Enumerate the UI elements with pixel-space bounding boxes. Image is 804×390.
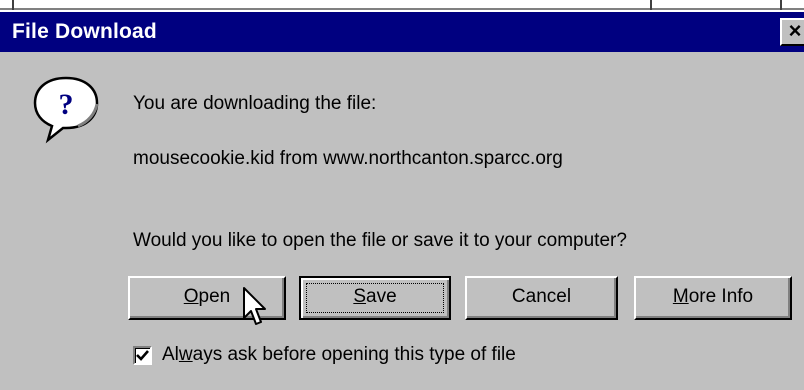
label-mnemonic: w	[178, 344, 193, 365]
label-prefix: Al	[162, 344, 179, 365]
checkmark-icon	[136, 350, 149, 361]
always-ask-label[interactable]: Always ask before opening this type of f…	[162, 344, 516, 366]
question-text: Would you like to open the file or save …	[133, 230, 627, 251]
window-top-border	[0, 8, 804, 10]
cancel-button[interactable]: Cancel	[465, 276, 618, 320]
dialog-title: File Download	[12, 20, 157, 43]
dialog-titlebar[interactable]: File Download ×	[0, 12, 804, 52]
close-button[interactable]: ×	[780, 18, 804, 46]
save-mnemonic: S	[353, 286, 367, 307]
more-info-button[interactable]: More Info	[634, 276, 792, 320]
edge-tick	[780, 0, 782, 10]
edge-tick	[12, 0, 14, 10]
more-info-button-label: More Info	[673, 286, 753, 307]
window-top-edge	[0, 0, 804, 12]
mouse-cursor-icon	[243, 287, 266, 325]
svg-text:?: ?	[59, 88, 74, 121]
always-ask-checkbox[interactable]	[133, 346, 152, 365]
save-button[interactable]: Save	[299, 276, 451, 320]
download-message: You are downloading the file:	[133, 93, 377, 114]
edge-tick	[650, 0, 652, 10]
save-label-rest: ave	[366, 286, 397, 307]
question-icon: ?	[33, 76, 99, 144]
open-mnemonic: O	[183, 286, 199, 307]
label-suffix: ays ask before opening this type of file	[192, 344, 516, 365]
cancel-button-label: Cancel	[511, 286, 572, 307]
open-button-label: Open	[184, 286, 230, 307]
close-icon: ×	[788, 18, 802, 43]
more-info-label-rest: ore Info	[688, 286, 754, 307]
save-button-label: Save	[353, 286, 396, 307]
more-info-mnemonic: M	[672, 286, 689, 307]
open-label-rest: pen	[198, 286, 231, 307]
file-source-text: mousecookie.kid from www.northcanton.spa…	[133, 148, 563, 169]
